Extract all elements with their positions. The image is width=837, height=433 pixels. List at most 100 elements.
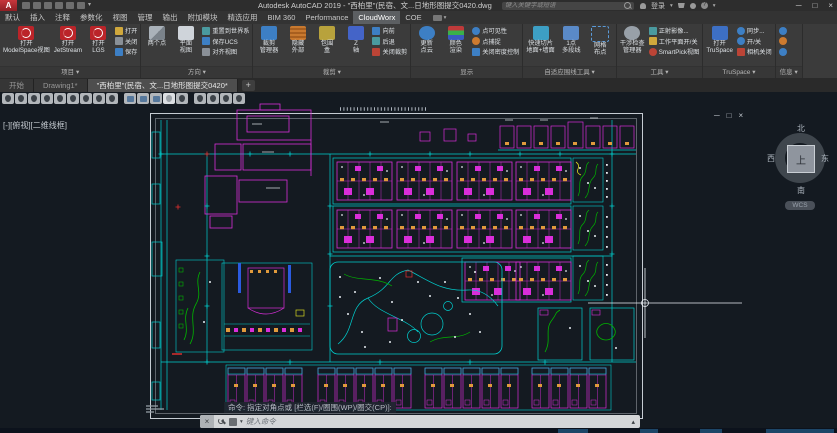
grid-points-button[interactable]: 网格 布点 xyxy=(586,24,615,57)
new-drawing-tab-button[interactable]: + xyxy=(242,80,255,91)
minimize-button[interactable]: ─ xyxy=(796,0,802,11)
drawing-restore-button[interactable]: □ xyxy=(727,111,732,120)
viewcube-top-face[interactable]: 上 xyxy=(787,145,815,173)
help-dropdown-icon[interactable]: ▾ xyxy=(713,3,716,9)
project-open-button[interactable]: 打开 xyxy=(115,26,137,35)
project-save-button[interactable]: 保存 xyxy=(115,47,137,56)
clip-manager-button[interactable]: 裁剪 管理器 xyxy=(254,24,283,55)
panel-label-project[interactable]: 项目 ▾ xyxy=(0,66,140,78)
drawing-minimize-button[interactable]: ─ xyxy=(714,111,720,120)
alert-icon[interactable] xyxy=(690,3,696,9)
toolbar-shield-button[interactable] xyxy=(194,93,206,104)
info-button-3[interactable] xyxy=(779,47,787,56)
sign-in-dropdown-icon[interactable]: ▾ xyxy=(670,3,673,9)
status-segment[interactable] xyxy=(558,429,588,433)
point-visibility-button[interactable]: 点可见性 xyxy=(472,26,519,35)
panel-label-info[interactable]: 信息 ▾ xyxy=(776,66,802,78)
command-close-button[interactable]: × xyxy=(200,415,214,428)
drawing-close-button[interactable]: × xyxy=(739,111,744,120)
tab-manage[interactable]: 管理 xyxy=(133,11,158,24)
viewcube[interactable]: 北 西 上 东 南 WCS xyxy=(770,123,832,213)
clip-forward-button[interactable]: 向前 xyxy=(372,26,407,35)
tab-addins[interactable]: 附加模块 xyxy=(183,11,223,24)
truspace-sync-button[interactable]: 同步... xyxy=(737,26,772,35)
save-file-icon[interactable] xyxy=(44,2,52,9)
tab-annotate[interactable]: 注释 xyxy=(50,11,75,24)
toolbar-shield-button[interactable] xyxy=(233,93,245,104)
plot-icon[interactable] xyxy=(55,2,63,9)
toolbar-clip-button[interactable] xyxy=(137,93,149,104)
open-truspace-button[interactable]: 打开 TruSpace xyxy=(704,24,735,55)
tab-default[interactable]: 默认 xyxy=(0,11,25,24)
toolbar-clip-button[interactable] xyxy=(176,93,188,104)
help-icon[interactable]: ? xyxy=(701,2,708,9)
clip-back-button[interactable]: 后退 xyxy=(372,37,407,46)
command-history-icon[interactable]: ▴ xyxy=(631,418,635,426)
status-segment[interactable] xyxy=(640,429,658,433)
panel-label-orientation[interactable]: 方向 ▾ xyxy=(141,66,252,78)
status-segment[interactable] xyxy=(700,429,722,433)
toolbar-shield-button[interactable] xyxy=(54,93,66,104)
plan-view-button[interactable]: 平面 视图 xyxy=(171,24,200,55)
file-tab-active-drawing[interactable]: "西柏里"(民宿、文...日地形图提交0420* xyxy=(88,79,238,92)
panel-label-truspace[interactable]: TruSpace ▾ xyxy=(703,66,774,78)
density-control-button[interactable]: 关闭密度控制 xyxy=(472,47,519,56)
viewcube-wcs-menu[interactable]: WCS xyxy=(785,201,815,210)
toolbar-shield-button[interactable] xyxy=(80,93,92,104)
viewcube-east-label[interactable]: 东 xyxy=(821,153,829,164)
tab-featured-apps[interactable]: 精选应用 xyxy=(223,11,263,24)
quick-slice-button[interactable]: 快速切片 地面+墙面 xyxy=(524,24,556,55)
tab-coe[interactable]: COE xyxy=(400,11,426,24)
command-wrench-icon[interactable] xyxy=(217,417,226,426)
panel-label-display[interactable]: 显示 xyxy=(411,66,522,78)
toolbar-shield-button[interactable] xyxy=(15,93,27,104)
toolbar-shield-button[interactable] xyxy=(207,93,219,104)
point-snap-button[interactable]: 点捕捉 xyxy=(472,37,519,46)
redo-icon[interactable] xyxy=(77,2,85,9)
toolbar-shield-button[interactable] xyxy=(106,93,118,104)
open-jetstream-button[interactable]: 打开 JetStream xyxy=(52,24,84,55)
restore-button[interactable]: □ xyxy=(812,0,817,11)
toolbar-shield-button[interactable] xyxy=(93,93,105,104)
interference-manager-button[interactable]: 干涉检查 管理器 xyxy=(618,24,647,55)
file-tab-start[interactable]: 开始 xyxy=(0,79,34,92)
tab-insert[interactable]: 插入 xyxy=(25,11,50,24)
one-point-polyline-button[interactable]: 1点 多段线 xyxy=(557,24,586,55)
viewcube-west-label[interactable]: 西 xyxy=(767,153,775,164)
new-file-icon[interactable] xyxy=(22,2,30,9)
command-customize-icon[interactable] xyxy=(229,418,237,426)
info-button-1[interactable] xyxy=(779,26,787,35)
hide-outside-button[interactable]: 隐藏 外部 xyxy=(283,24,312,55)
toolbar-clip-button[interactable] xyxy=(150,93,162,104)
command-input[interactable]: 键入命令 xyxy=(246,416,629,427)
open-file-icon[interactable] xyxy=(33,2,41,9)
tab-parametric[interactable]: 参数化 xyxy=(75,11,108,24)
toolbar-shield-button[interactable] xyxy=(2,93,14,104)
panel-label-clip[interactable]: 裁剪 ▾ xyxy=(253,66,410,78)
toolbar-shield-button[interactable] xyxy=(220,93,232,104)
app-store-icon[interactable] xyxy=(678,3,685,8)
save-ucs-button[interactable]: 保存UCS xyxy=(202,37,249,46)
toolbar-shield-button[interactable] xyxy=(28,93,40,104)
help-search-box[interactable]: 键入关键字或短语 xyxy=(502,2,634,10)
z-axis-button[interactable]: Z 轴 xyxy=(341,24,370,55)
tab-cloudworx[interactable]: CloudWorx xyxy=(353,11,400,24)
autocad-logo-icon[interactable]: A xyxy=(0,0,17,11)
camera-off-button[interactable]: 相机关闭 xyxy=(737,47,772,56)
close-clip-button[interactable]: 关闭裁剪 xyxy=(372,47,407,56)
close-button[interactable]: × xyxy=(828,0,833,11)
toolbar-clip-button[interactable] xyxy=(163,93,175,104)
bounding-box-button[interactable]: 包围 盒 xyxy=(312,24,341,55)
panel-label-adaptive[interactable]: 自适应围线工具 ▾ xyxy=(523,66,615,78)
viewcube-south-label[interactable]: 南 xyxy=(770,185,832,196)
info-button-2[interactable] xyxy=(779,37,787,46)
truspace-onoff-button[interactable]: 开/关 xyxy=(737,37,772,46)
color-render-button[interactable]: 颜色 渲染 xyxy=(441,24,470,55)
toolbar-clip-button[interactable] xyxy=(124,93,136,104)
file-tab-drawing1[interactable]: Drawing1* xyxy=(34,79,88,92)
reset-to-world-button[interactable]: 重置到世界系 xyxy=(202,26,249,35)
qat-dropdown-icon[interactable]: ▾ xyxy=(88,2,91,9)
ribbon-collapse-control[interactable]: ▾ xyxy=(433,11,447,24)
site-plan-drawing[interactable] xyxy=(0,92,837,433)
update-point-cloud-button[interactable]: 更新 点云 xyxy=(412,24,441,55)
